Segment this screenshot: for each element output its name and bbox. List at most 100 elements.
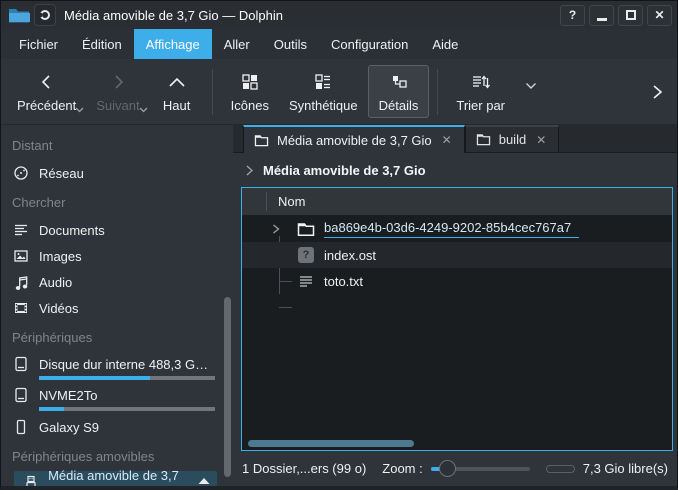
expand-chevron-icon[interactable]	[272, 223, 280, 235]
sidebar-item-label: Réseau	[39, 166, 84, 181]
back-button[interactable]: Précédent	[7, 66, 86, 117]
details-tree-icon	[390, 71, 408, 93]
file-name[interactable]: index.ost	[324, 248, 376, 263]
sidebar-item-audio[interactable]: Audio	[1, 269, 233, 295]
sidebar-item-nvme2to[interactable]: NVME2To	[1, 383, 233, 414]
sort-icon	[471, 71, 491, 93]
zoom-slider[interactable]	[431, 460, 530, 478]
file-name[interactable]: toto.txt	[324, 274, 363, 289]
tab-bar: Média amovible de 3,7 Gio ✕ build ✕	[233, 125, 677, 153]
film-icon	[12, 300, 30, 316]
tree-guide	[279, 307, 292, 308]
disk-usage-bar	[39, 376, 215, 380]
column-nom[interactable]: Nom	[242, 194, 305, 209]
file-name[interactable]: ba869e4b-03d6-4249-9202-85b4cec767a7	[324, 220, 579, 238]
back-label: Précédent	[17, 98, 76, 113]
sidebar-item-videos[interactable]: Vidéos	[1, 295, 233, 321]
toolbar-overflow-chevron[interactable]	[651, 83, 663, 101]
ring-icon	[39, 9, 51, 21]
sidebar-item-label: NVME2To	[39, 388, 98, 403]
sidebar-item-images[interactable]: Images	[1, 243, 233, 269]
menu-affichage[interactable]: Affichage	[134, 29, 212, 59]
breadcrumb-location[interactable]: Média amovible de 3,7 Gio	[263, 163, 426, 178]
help-button[interactable]: ?	[560, 5, 585, 26]
window-emblem-button[interactable]	[34, 4, 56, 26]
sidebar-item-label: Documents	[39, 223, 105, 238]
compact-view-button[interactable]: Synthétique	[279, 66, 368, 117]
music-note-icon	[12, 274, 30, 290]
tab-label: Média amovible de 3,7 Gio	[277, 133, 432, 148]
tab-media-amovible[interactable]: Média amovible de 3,7 Gio ✕	[243, 125, 465, 153]
up-button[interactable]: Haut	[150, 66, 204, 117]
hard-drive-icon	[12, 356, 30, 372]
hard-drive-icon	[12, 387, 30, 403]
titlebar: Média amovible de 3,7 Gio — Dolphin ? ✕	[1, 1, 677, 29]
places-section-peripheriques: Périphériques	[1, 321, 233, 352]
usb-stick-icon	[22, 475, 39, 486]
sidebar-scrollbar[interactable]	[224, 297, 231, 477]
minimize-icon	[597, 18, 607, 21]
image-icon	[12, 248, 30, 264]
close-icon: ✕	[654, 8, 664, 22]
sidebar-item-label: Audio	[39, 275, 72, 290]
chevron-down-icon	[75, 107, 84, 113]
chevron-left-icon	[38, 71, 56, 93]
sidebar-item-reseau[interactable]: Réseau	[1, 160, 233, 186]
minimize-button[interactable]	[589, 5, 614, 26]
tab-close-icon[interactable]: ✕	[440, 133, 454, 147]
sidebar-item-documents[interactable]: Documents	[1, 217, 233, 243]
horizontal-scrollbar[interactable]	[248, 440, 414, 447]
breadcrumb[interactable]: Média amovible de 3,7 Gio	[233, 153, 677, 187]
sidebar-item-label: Vidéos	[39, 301, 79, 316]
chevron-down-icon[interactable]	[525, 82, 537, 90]
menu-configuration[interactable]: Configuration	[319, 29, 420, 59]
dolphin-window: Média amovible de 3,7 Gio — Dolphin ? ✕ …	[0, 0, 678, 490]
details-view-label: Détails	[379, 98, 419, 113]
free-space-label: 7,3 Gio libre(s)	[583, 461, 668, 476]
text-file-icon	[297, 273, 315, 289]
tab-close-icon[interactable]: ✕	[534, 133, 548, 147]
forward-button[interactable]: Suivant	[86, 66, 149, 117]
maximize-icon	[626, 10, 636, 20]
menu-aller[interactable]: Aller	[212, 29, 262, 59]
up-label: Haut	[163, 98, 190, 113]
folder-icon	[476, 133, 491, 146]
forward-label: Suivant	[96, 98, 139, 113]
file-view-panel: Nom	[241, 187, 673, 451]
list-column-header[interactable]: Nom	[242, 188, 672, 216]
window-title: Média amovible de 3,7 Gio — Dolphin	[64, 8, 556, 23]
menu-fichier[interactable]: Fichier	[7, 29, 70, 59]
sidebar-item-media-amovible[interactable]: Média amovible de 3,7 …	[14, 471, 217, 486]
menu-aide[interactable]: Aide	[420, 29, 470, 59]
toolbar: Précédent Suivant Haut	[1, 59, 677, 125]
maximize-button[interactable]	[618, 5, 643, 26]
chevron-right-icon	[245, 164, 254, 177]
tab-build[interactable]: build ✕	[465, 125, 560, 152]
eject-icon[interactable]	[197, 477, 211, 486]
file-row-toto-txt[interactable]: toto.txt	[242, 268, 672, 294]
sidebar-item-galaxy-s9[interactable]: Galaxy S9	[1, 414, 233, 440]
menu-edition[interactable]: Édition	[70, 29, 134, 59]
icons-view-button[interactable]: Icônes	[221, 66, 279, 117]
icons-grid-icon	[241, 71, 259, 93]
details-view-button[interactable]: Détails	[368, 65, 430, 118]
sort-by-button[interactable]: Trier par	[446, 66, 515, 117]
menu-outils[interactable]: Outils	[262, 29, 319, 59]
sidebar-item-disque-dur-interne[interactable]: Disque dur interne 488,3 G…	[1, 352, 233, 383]
document-lines-icon	[12, 222, 30, 238]
main-view: Média amovible de 3,7 Gio ✕ build ✕	[233, 125, 677, 486]
file-row-folder[interactable]: ba869e4b-03d6-4249-9202-85b4cec767a7	[242, 216, 672, 242]
close-button[interactable]: ✕	[647, 5, 672, 26]
status-summary: 1 Dossier,...ers (99 o)	[242, 461, 366, 476]
compact-view-label: Synthétique	[289, 98, 358, 113]
tab-label: build	[499, 132, 526, 147]
file-row-index-ost[interactable]: ? index.ost	[242, 242, 672, 268]
disk-usage-fill	[39, 376, 150, 380]
zoom-slider-handle[interactable]	[439, 460, 456, 477]
content-area: Distant Réseau Chercher	[1, 125, 677, 486]
compact-list-icon	[314, 71, 332, 93]
sidebar-item-label: Disque dur interne 488,3 G…	[39, 357, 208, 372]
places-section-peripheriques-amovibles: Périphériques amovibles	[1, 440, 233, 471]
folder-icon	[297, 222, 315, 237]
sidebar-item-label: Images	[39, 249, 82, 264]
